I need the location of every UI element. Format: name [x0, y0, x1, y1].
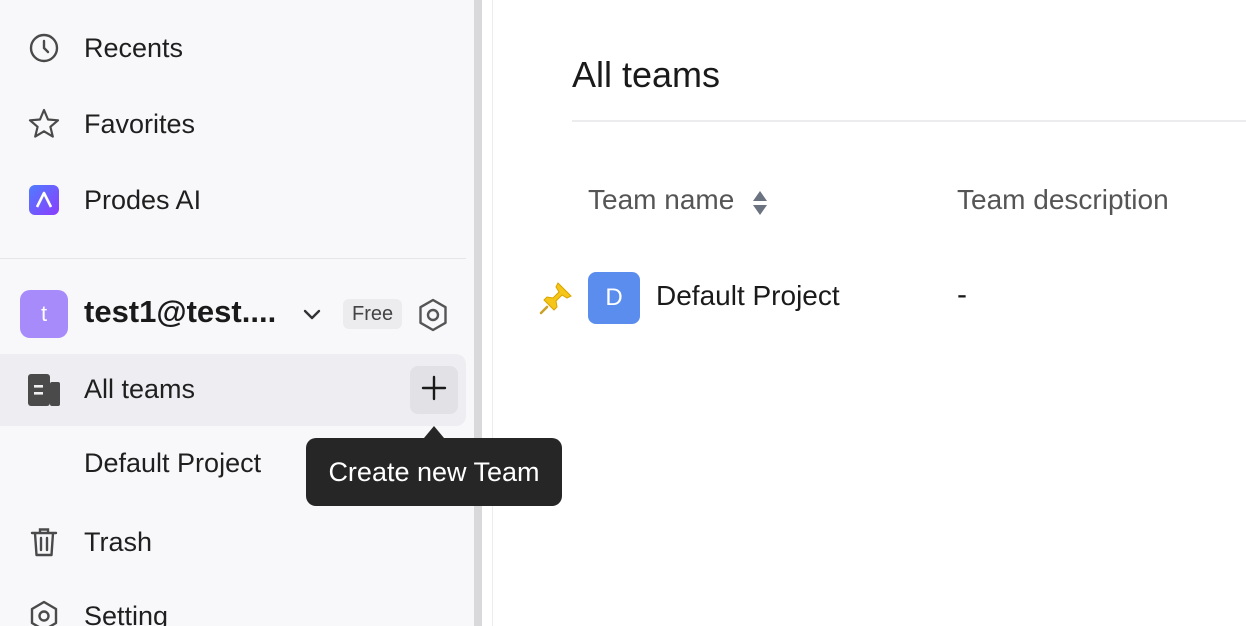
nav-label-trash: Trash [84, 526, 153, 557]
sidebar-item-all-teams-label: All teams [84, 374, 196, 404]
tooltip-arrow [424, 426, 444, 438]
nav-item-favorites[interactable]: Favorites [0, 88, 466, 160]
sidebar-item-default-project[interactable]: Default Project [84, 448, 261, 479]
star-icon [26, 106, 62, 142]
settings-gear-icon[interactable] [414, 296, 452, 334]
nav-item-trash[interactable]: Trash [0, 506, 466, 578]
title-divider [572, 120, 1246, 122]
create-team-button[interactable] [410, 366, 458, 414]
prodes-ai-icon [26, 182, 62, 218]
column-header-team-description: Team description [957, 184, 1169, 215]
nav-item-recents[interactable]: Recents [0, 12, 466, 84]
page-title: All teams [572, 54, 721, 95]
team-avatar: D [588, 272, 640, 324]
plan-badge: Free [343, 299, 403, 329]
pin-icon[interactable] [538, 280, 574, 316]
nav-label-favorites: Favorites [84, 108, 196, 139]
workspace-switcher[interactable]: t test1@test.... Free [0, 282, 466, 346]
team-name[interactable]: Default Project [656, 280, 840, 312]
chevron-down-icon[interactable] [300, 302, 324, 326]
trash-icon [26, 524, 62, 560]
nav-label-recents: Recents [84, 32, 184, 63]
sidebar-resize-handle[interactable] [474, 0, 482, 626]
sidebar: Recents Favorites Prodes AI t test1@test… [0, 0, 474, 626]
sidebar-item-all-teams[interactable]: All teams [0, 354, 466, 426]
column-header-team-name[interactable]: Team name [588, 184, 734, 216]
section-divider [0, 258, 466, 259]
sort-icon[interactable] [752, 190, 768, 216]
nav-label-prodes-ai: Prodes AI [84, 184, 202, 215]
workspace-name: test1@test.... [84, 294, 277, 329]
nav-item-prodes-ai[interactable]: Prodes AI [0, 164, 466, 236]
team-description: - [957, 278, 967, 311]
workspace-avatar: t [20, 290, 68, 338]
nav-item-setting[interactable]: Setting [0, 580, 466, 626]
nav-label-setting: Setting [84, 600, 169, 626]
clock-icon [26, 30, 62, 66]
setting-gear-icon [26, 598, 62, 626]
plus-icon [421, 375, 447, 406]
create-team-tooltip: Create new Team [306, 438, 562, 506]
panel-divider [482, 0, 493, 626]
teams-building-icon [26, 372, 62, 408]
